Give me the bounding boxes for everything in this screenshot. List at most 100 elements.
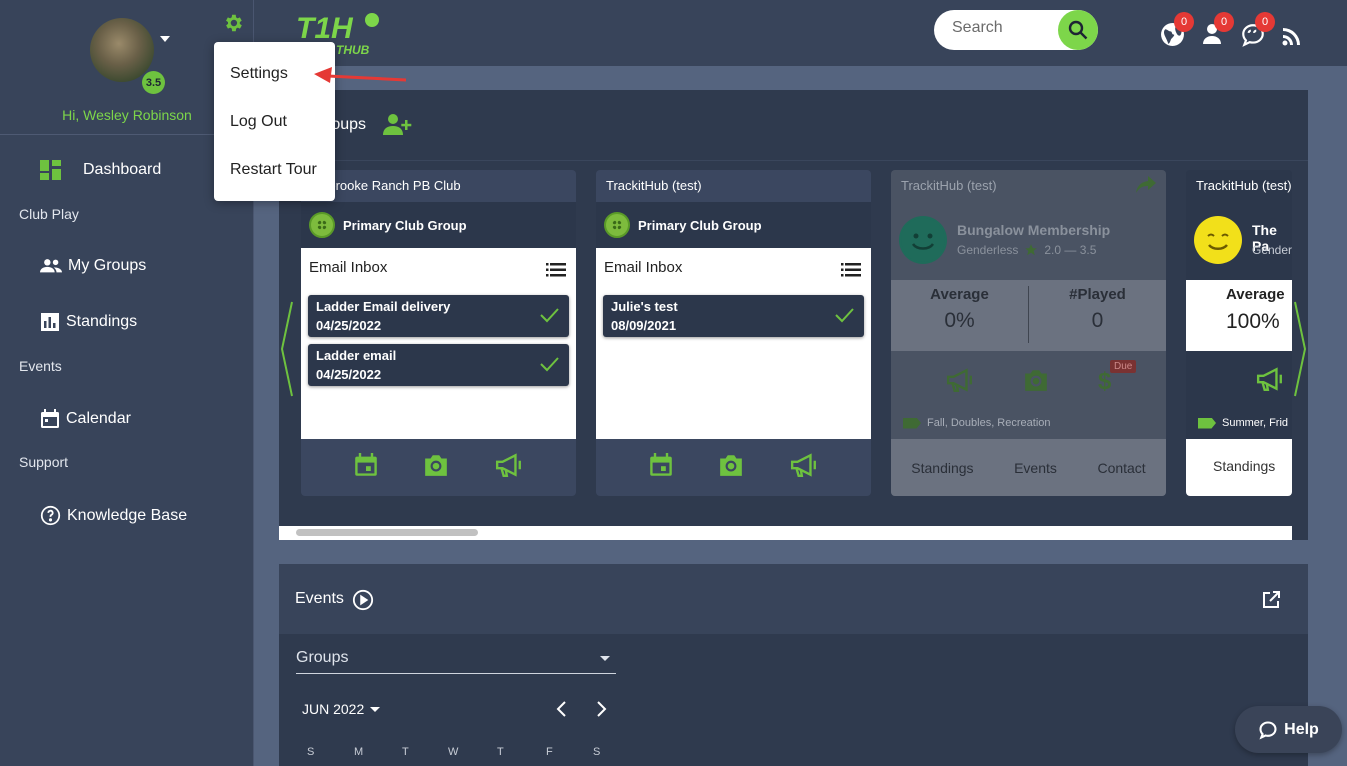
megaphone-icon[interactable] [946,367,974,397]
group-card[interactable]: TrackitHub (test) The Pa Gendere Average… [1186,170,1292,496]
inbox-title: Email Inbox [309,259,388,276]
menu-item-settings[interactable]: Settings [230,65,288,83]
sidebar-item-label: Dashboard [83,161,162,178]
email-item[interactable]: Ladder Email delivery 04/25/2022 [308,295,569,337]
menu-item-restart-tour[interactable]: Restart Tour [230,161,317,179]
rating-range: 2.0 — 3.5 [1044,243,1097,257]
camera-icon[interactable] [1023,368,1049,397]
tag-icon [903,417,921,429]
gender-label: Genderless [957,243,1019,257]
email-date: 04/25/2022 [316,318,382,333]
svg-text:THUB: THUB [336,43,370,56]
sidebar-item-knowledge-base[interactable]: Knowledge Base [40,505,187,526]
weekday-label: F [546,746,553,758]
carousel-prev-arrow[interactable] [280,300,294,398]
list-icon[interactable] [546,263,566,282]
gear-icon[interactable] [222,12,244,34]
email-item[interactable]: Julie's test 08/09/2021 [603,295,864,337]
card-actions: $ Due [891,360,1166,404]
chevron-down-icon[interactable] [160,36,170,42]
contact-link[interactable]: Contact [1097,460,1145,476]
card-footer [596,439,871,496]
weekday-label: M [354,746,364,758]
stat-label: #Played [1069,286,1126,303]
search-button[interactable] [1058,10,1098,50]
scrollbar-thumb[interactable] [296,529,478,536]
globe-notification-badge: 0 [1174,12,1194,32]
list-icon[interactable] [841,263,861,282]
external-link-icon[interactable] [1261,590,1281,615]
chevron-down-icon [600,656,610,661]
calendar-icon[interactable] [649,453,673,482]
play-circle-icon[interactable] [352,589,374,616]
avatar[interactable] [90,18,154,82]
stat-label: Average [1226,286,1285,303]
card-org-name: TrackitHub (test) [1196,178,1292,193]
card-links: Standings [1186,439,1292,496]
events-link[interactable]: Events [1014,460,1057,476]
rss-icon[interactable] [1282,26,1308,52]
sidebar-item-standings[interactable]: Standings [40,313,137,331]
events-header [279,564,1308,634]
sidebar-item-label: My Groups [68,257,147,274]
camera-icon[interactable] [718,453,744,482]
check-icon [539,356,559,377]
group-tags: Summer, Frid [1198,417,1288,429]
card-group-name: Primary Club Group [343,217,467,233]
search-input[interactable] [952,19,1052,37]
card-group-name: Bungalow Membership [957,222,1111,238]
prev-month-button[interactable] [555,700,567,723]
rating-badge: 3.5 [142,71,165,94]
share-icon[interactable] [1136,176,1156,199]
month-selector[interactable]: JUN 2022 [302,701,381,717]
stat-label: Average [930,286,989,303]
email-title: Julie's test [611,299,678,314]
sidebar-item-label: Calendar [66,410,131,427]
groups-select[interactable]: Groups [296,646,616,674]
pickleball-icon [604,212,630,238]
calendar-icon[interactable] [354,453,378,482]
card-org-name: TrackitHub (test) [606,178,702,193]
add-group-icon[interactable] [382,112,414,141]
group-meta: Genderless 2.0 — 3.5 [957,243,1096,257]
card-footer [301,439,576,496]
menu-item-log-out[interactable]: Log Out [230,113,287,131]
standings-link[interactable]: Standings [1213,458,1275,474]
megaphone-icon[interactable] [790,453,818,482]
megaphone-icon[interactable] [1256,367,1284,396]
tag-icon [1198,417,1216,429]
weekday-label: W [448,746,459,758]
inbox-title: Email Inbox [604,259,683,276]
divider [279,160,1308,161]
sidebar-item-calendar[interactable]: Calendar [40,409,131,429]
weekday-label: T [402,746,409,758]
megaphone-icon[interactable] [495,453,523,482]
camera-icon[interactable] [423,453,449,482]
stat-value: 100% [1226,310,1280,333]
groups-select-value: Groups [296,649,349,666]
group-card[interactable]: dlebrooke Ranch PB Club Primary Club Gro… [301,170,576,496]
group-card[interactable]: TrackitHub (test) Primary Club Group Ema… [596,170,871,496]
stat-average: Average 0% [891,280,1028,351]
card-links: Standings Events Contact [891,439,1166,496]
email-item[interactable]: Ladder email 04/25/2022 [308,344,569,386]
group-tags: Fall, Doubles, Recreation [903,417,1051,429]
month-label: JUN 2022 [302,701,365,717]
gender-label: Gendere [1252,243,1292,257]
tags-text: Summer, Frid [1222,417,1289,429]
sidebar-item-my-groups[interactable]: My Groups [40,257,146,275]
star-icon [1025,244,1038,256]
user-notification-badge: 0 [1214,12,1234,32]
help-label: Help [1284,720,1319,738]
email-inbox: Email Inbox Julie's test 08/09/2021 [596,248,871,439]
carousel-next-arrow[interactable] [1293,300,1307,398]
chat-notification-badge: 0 [1255,12,1275,32]
group-card[interactable]: TrackitHub (test) Bungalow Membership Ge… [891,170,1166,496]
next-month-button[interactable] [596,700,608,723]
standings-link[interactable]: Standings [911,460,973,476]
dollar-icon[interactable]: $ Due [1098,360,1137,396]
check-icon [539,307,559,328]
weekday-label: S [307,746,315,758]
help-button[interactable]: Help [1235,706,1342,753]
sidebar-item-dashboard[interactable]: Dashboard [40,160,161,180]
